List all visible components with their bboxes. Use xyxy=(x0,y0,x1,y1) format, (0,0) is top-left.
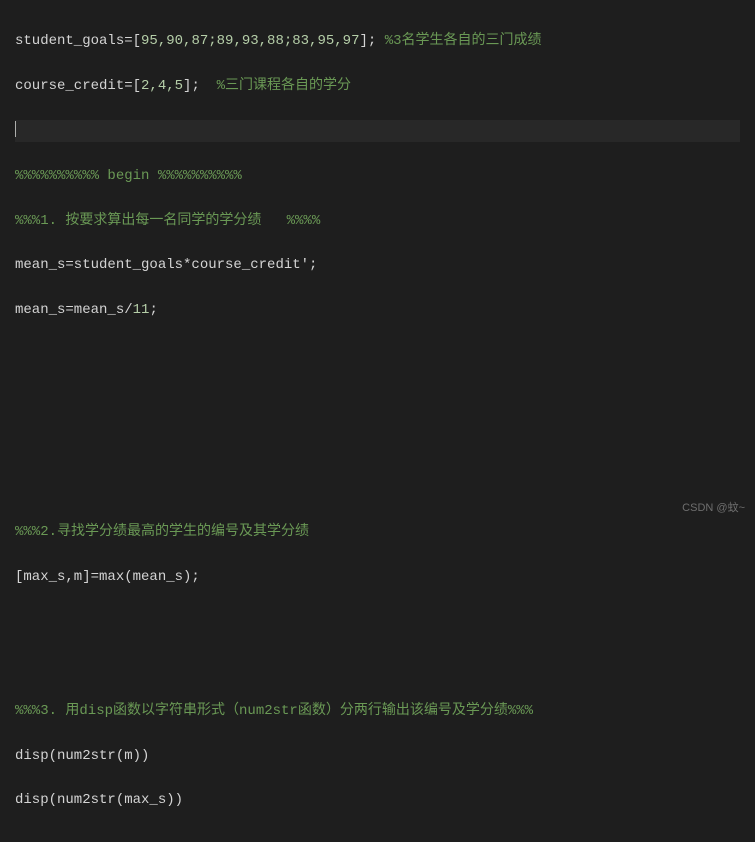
code-line: [max_s,m]=max(mean_s); xyxy=(15,566,740,588)
comment-text: %3名学生各自的三门成绩 xyxy=(385,33,542,49)
code-text: ; xyxy=(149,302,157,318)
number-literal: 95,90,87;89,93,88;83,95,97 xyxy=(141,33,359,49)
code-line: disp(num2str(m)) xyxy=(15,745,740,767)
code-text: ]; xyxy=(359,33,384,49)
cursor-line xyxy=(15,120,740,142)
comment-text: %%%1. 按要求算出每一名同学的学分绩 xyxy=(15,213,287,229)
code-line: %%%3. 用disp函数以字符串形式（num2str函数）分两行输出该编号及学… xyxy=(15,700,740,722)
code-line xyxy=(15,344,740,366)
code-line xyxy=(15,388,740,410)
comment-text: %%%%%%%%%% begin %%%%%%%%%% xyxy=(15,168,242,184)
code-text: student_goals=[ xyxy=(15,33,141,49)
code-line xyxy=(15,477,740,499)
comment-text: %三门课程各自的学分 xyxy=(217,78,351,94)
code-line: %%%2.寻找学分绩最高的学生的编号及其学分绩 xyxy=(15,521,740,543)
code-line xyxy=(15,611,740,633)
code-text: mean_s=mean_s/ xyxy=(15,302,133,318)
code-text: course_credit=[ xyxy=(15,78,141,94)
code-line: student_goals=[95,90,87;89,93,88;83,95,9… xyxy=(15,30,740,52)
code-line: mean_s=student_goals*course_credit'; xyxy=(15,254,740,276)
code-line: %%%1. 按要求算出每一名同学的学分绩 %%%% xyxy=(15,210,740,232)
code-line: disp(num2str(max_s)) xyxy=(15,789,740,811)
code-text: ]; xyxy=(183,78,217,94)
code-line: mean_s=mean_s/11; xyxy=(15,299,740,321)
code-line xyxy=(15,655,740,677)
code-text: [max_s,m]=max(mean_s); xyxy=(15,569,200,585)
number-literal: 2,4,5 xyxy=(141,78,183,94)
comment-text: %%%% xyxy=(287,213,321,229)
text-cursor xyxy=(15,121,16,137)
code-line: %%%%%%%%%% begin %%%%%%%%%% xyxy=(15,165,740,187)
code-text: mean_s=student_goals*course_credit'; xyxy=(15,257,317,273)
comment-text: %%%2.寻找学分绩最高的学生的编号及其学分绩 xyxy=(15,524,309,540)
watermark-text: CSDN @蚊~ xyxy=(682,500,745,518)
comment-text: %%%3. 用disp函数以字符串形式（num2str函数）分两行输出该编号及学… xyxy=(15,703,533,719)
code-text: disp(num2str(max_s)) xyxy=(15,792,183,808)
code-line: course_credit=[2,4,5]; %三门课程各自的学分 xyxy=(15,75,740,97)
code-line xyxy=(15,433,740,455)
number-literal: 11 xyxy=(133,302,150,318)
code-text: disp(num2str(m)) xyxy=(15,748,149,764)
code-editor[interactable]: student_goals=[95,90,87;89,93,88;83,95,9… xyxy=(0,0,755,842)
